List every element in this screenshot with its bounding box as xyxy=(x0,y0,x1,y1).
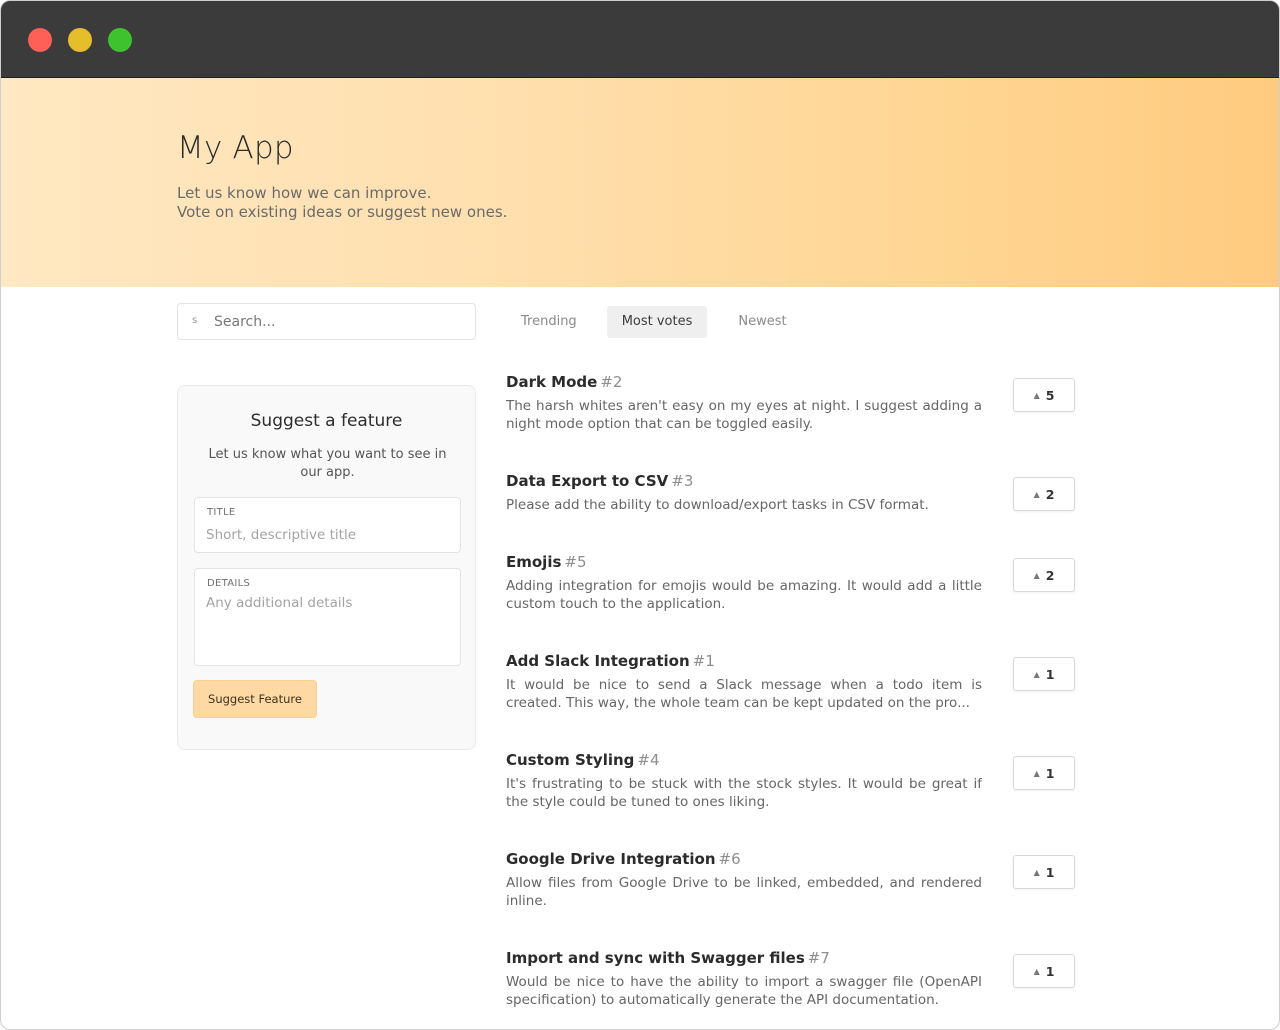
vote-count: 1 xyxy=(1045,963,1055,979)
upvote-button[interactable]: ▲ 1 xyxy=(1013,855,1075,889)
vote-count: 5 xyxy=(1045,387,1055,403)
title-field[interactable]: TITLE xyxy=(194,497,461,553)
feature-title: Google Drive Integration xyxy=(506,850,716,868)
window-titlebar xyxy=(1,1,1279,78)
feature-item[interactable]: Emojis #5 Adding integration for emojis w… xyxy=(506,553,1076,613)
search-input[interactable] xyxy=(214,310,464,334)
upvote-triangle-icon: ▲ xyxy=(1033,489,1040,499)
feature-number: #1 xyxy=(692,652,715,670)
feature-title: Import and sync with Swagger files xyxy=(506,949,805,967)
feature-number: #5 xyxy=(564,553,587,571)
feature-item[interactable]: Dark Mode #2 The harsh whites aren't easy… xyxy=(506,373,1076,433)
feature-description: It would be nice to send a Slack message… xyxy=(506,677,982,711)
upvote-button[interactable]: ▲ 5 xyxy=(1013,378,1075,412)
feature-item[interactable]: Import and sync with Swagger files #7 Wou… xyxy=(506,949,1076,1009)
feature-title: Emojis xyxy=(506,553,562,571)
feature-item[interactable]: Add Slack Integration #1 It would be nice… xyxy=(506,652,1076,712)
feature-number: #4 xyxy=(637,751,660,769)
upvote-button[interactable]: ▲ 2 xyxy=(1013,477,1075,511)
feature-heading[interactable]: Dark Mode #2 xyxy=(506,373,1076,391)
feature-heading[interactable]: Add Slack Integration #1 xyxy=(506,652,1076,670)
upvote-button[interactable]: ▲ 1 xyxy=(1013,954,1075,988)
vote-count: 1 xyxy=(1045,765,1055,781)
upvote-triangle-icon: ▲ xyxy=(1033,768,1040,778)
maximize-window-button[interactable] xyxy=(108,28,132,52)
vote-count: 1 xyxy=(1045,666,1055,682)
feature-heading[interactable]: Import and sync with Swagger files #7 xyxy=(506,949,1076,967)
vote-count: 2 xyxy=(1045,486,1055,502)
feature-heading[interactable]: Emojis #5 xyxy=(506,553,1076,571)
feature-item[interactable]: Custom Styling #4 It's frustrating to be … xyxy=(506,751,1076,811)
feature-item[interactable]: Google Drive Integration #6 Allow files f… xyxy=(506,850,1076,910)
feature-heading[interactable]: Google Drive Integration #6 xyxy=(506,850,1076,868)
upvote-button[interactable]: ▲ 1 xyxy=(1013,756,1075,790)
feature-heading[interactable]: Data Export to CSV #3 xyxy=(506,472,1076,490)
page-title: My App xyxy=(177,130,294,166)
feature-title: Data Export to CSV xyxy=(506,472,669,490)
upvote-triangle-icon: ▲ xyxy=(1033,390,1040,400)
feature-number: #3 xyxy=(671,472,694,490)
feature-number: #6 xyxy=(718,850,741,868)
vote-count: 1 xyxy=(1045,864,1055,880)
search-icon: s xyxy=(192,315,198,326)
tab-newest[interactable]: Newest xyxy=(723,306,801,338)
sort-tabs: Trending Most votes Newest xyxy=(506,306,802,338)
suggest-feature-button[interactable]: Suggest Feature xyxy=(193,680,317,718)
minimize-window-button[interactable] xyxy=(68,28,92,52)
feature-title: Custom Styling xyxy=(506,751,635,769)
feature-item[interactable]: Data Export to CSV #3 Please add the abil… xyxy=(506,472,1076,514)
app-window: My App Let us know how we can improve. V… xyxy=(0,0,1280,1030)
tab-trending[interactable]: Trending xyxy=(506,306,592,338)
subtitle-line-2: Vote on existing ideas or suggest new on… xyxy=(177,203,508,221)
details-field-label: DETAILS xyxy=(207,578,251,589)
close-window-button[interactable] xyxy=(28,28,52,52)
suggest-card-title: Suggest a feature xyxy=(250,411,403,431)
suggest-feature-card: Suggest a feature Let us know what you w… xyxy=(177,385,476,750)
upvote-triangle-icon: ▲ xyxy=(1033,669,1040,679)
feature-description: Adding integration for emojis would be a… xyxy=(506,578,982,612)
feature-description: Please add the ability to download/expor… xyxy=(506,497,929,513)
feature-description: It's frustrating to be stuck with the st… xyxy=(506,776,982,810)
tab-most-votes[interactable]: Most votes xyxy=(606,306,708,338)
page-subtitle: Let us know how we can improve. Vote on … xyxy=(177,184,677,222)
upvote-triangle-icon: ▲ xyxy=(1033,966,1040,976)
search-box[interactable]: s xyxy=(177,303,476,340)
feature-description: The harsh whites aren't easy on my eyes … xyxy=(506,398,982,432)
title-input[interactable] xyxy=(206,524,451,546)
upvote-triangle-icon: ▲ xyxy=(1033,570,1040,580)
details-textarea[interactable] xyxy=(206,595,451,655)
feature-number: #7 xyxy=(807,949,830,967)
upvote-button[interactable]: ▲ 2 xyxy=(1013,558,1075,592)
details-field[interactable]: DETAILS xyxy=(194,568,461,666)
upvote-triangle-icon: ▲ xyxy=(1033,867,1040,877)
feature-description: Would be nice to have the ability to imp… xyxy=(506,974,982,1008)
feature-heading[interactable]: Custom Styling #4 xyxy=(506,751,1076,769)
subtitle-line-1: Let us know how we can improve. xyxy=(177,184,432,202)
upvote-button[interactable]: ▲ 1 xyxy=(1013,657,1075,691)
feature-title: Add Slack Integration xyxy=(506,652,690,670)
feature-title: Dark Mode xyxy=(506,373,598,391)
suggest-card-description: Let us know what you want to see in our … xyxy=(208,447,447,480)
vote-count: 2 xyxy=(1045,567,1055,583)
title-field-label: TITLE xyxy=(207,507,236,518)
hero-banner: My App Let us know how we can improve. V… xyxy=(1,78,1279,287)
feature-description: Allow files from Google Drive to be link… xyxy=(506,875,982,909)
feature-number: #2 xyxy=(600,373,623,391)
